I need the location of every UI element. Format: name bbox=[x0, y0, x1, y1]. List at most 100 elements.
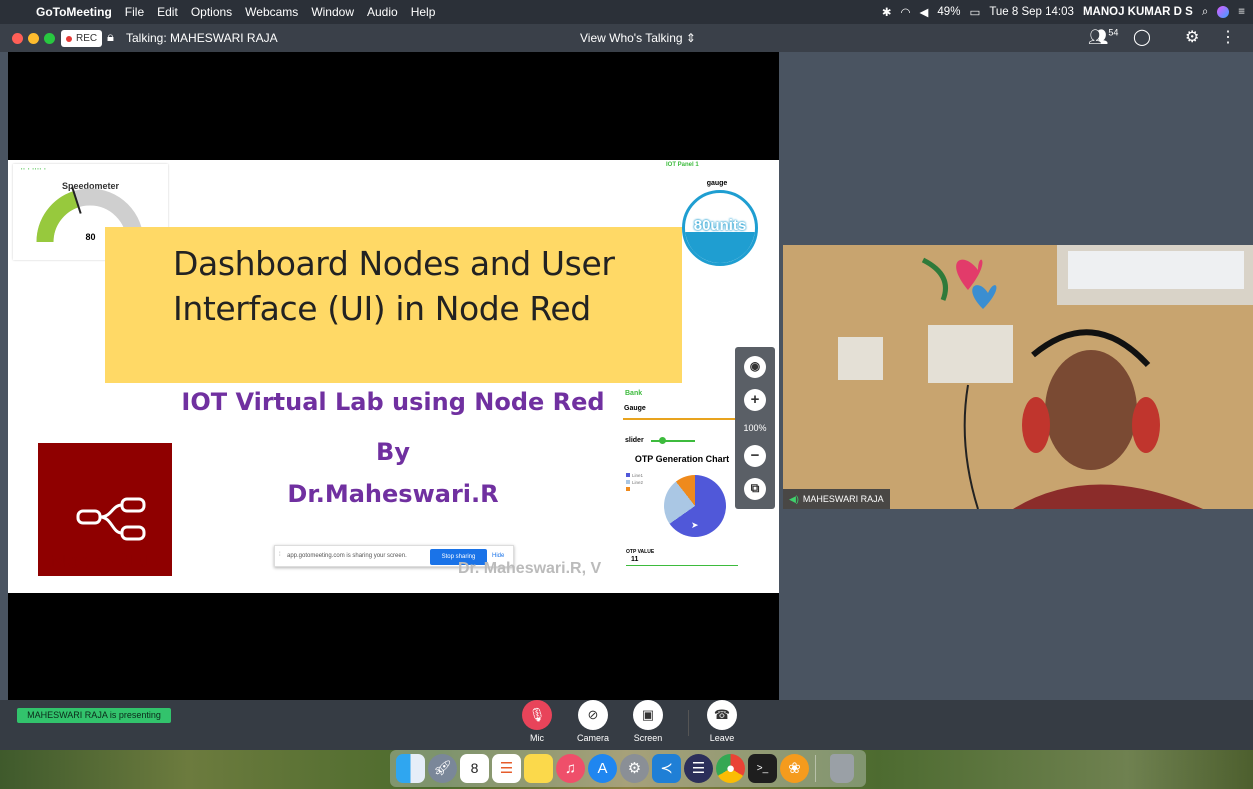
terminal-icon[interactable]: >_ bbox=[748, 754, 777, 783]
controls-divider bbox=[688, 710, 689, 736]
otp-underline bbox=[626, 565, 738, 566]
webcam-scene bbox=[783, 245, 1253, 509]
more-options-icon[interactable]: ⋮ bbox=[1220, 27, 1236, 47]
window-close-button[interactable] bbox=[12, 33, 23, 44]
window-zoom-button[interactable] bbox=[44, 33, 55, 44]
meeting-controls: MAHESWARI RAJA is presenting 🎙︎ Mic ⊘ Ca… bbox=[0, 700, 1253, 750]
snapshot-camera-icon[interactable]: ◉ bbox=[744, 356, 766, 378]
slide-subtitle: IOT Virtual Lab using Node Red bbox=[181, 388, 605, 416]
bank-slider-label: slider bbox=[625, 437, 644, 444]
vscode-icon[interactable]: ≺ bbox=[652, 754, 681, 783]
window-minimize-button[interactable] bbox=[28, 33, 39, 44]
node-red-flow-icon bbox=[76, 497, 146, 541]
otp-chart-title: OTP Generation Chart bbox=[634, 454, 730, 464]
iot-panel-title: IOT Panel 1 bbox=[666, 162, 699, 168]
finder-icon[interactable] bbox=[396, 754, 425, 783]
volume-icon[interactable]: ◀︎ bbox=[920, 5, 929, 19]
menu-edit[interactable]: Edit bbox=[157, 5, 178, 19]
legend-line1: Line1 bbox=[632, 473, 644, 478]
slide-by-label: By bbox=[376, 438, 410, 466]
presenting-badge: MAHESWARI RAJA is presenting bbox=[17, 708, 171, 723]
hide-notice-link[interactable]: Hide bbox=[492, 553, 504, 559]
system-preferences-icon[interactable]: ⚙ bbox=[620, 754, 649, 783]
chrome-icon[interactable]: ● bbox=[716, 754, 745, 783]
leave-button[interactable]: ☎︎ Leave bbox=[705, 700, 739, 743]
bank-gauge-line bbox=[623, 418, 735, 420]
recording-label: REC bbox=[76, 33, 98, 44]
lock-icon[interactable]: 🔒︎ bbox=[107, 29, 114, 45]
menu-window[interactable]: Window bbox=[311, 5, 354, 19]
leave-label: Leave bbox=[709, 733, 735, 743]
music-icon[interactable]: ♫ bbox=[556, 754, 585, 783]
legend-item: Line1 bbox=[626, 473, 643, 478]
calendar-icon[interactable]: 8 bbox=[460, 754, 489, 783]
zoom-percent: 100% bbox=[743, 423, 767, 433]
share-notice-text: app.gotomeeting.com is sharing your scre… bbox=[287, 553, 407, 559]
legend-item: Line2 bbox=[626, 480, 643, 485]
webcam-video[interactable]: ◀︎) MAHESWARI RAJA bbox=[783, 245, 1253, 509]
spotlight-search-icon[interactable]: ⌕ bbox=[1202, 6, 1208, 19]
level-gauge-fill bbox=[685, 232, 755, 263]
otp-value-label: OTP VALUE bbox=[626, 549, 655, 555]
reminders-icon[interactable]: ☰ bbox=[492, 754, 521, 783]
screen-button[interactable]: ▣ Screen bbox=[631, 700, 665, 743]
view-mode-selector[interactable]: View Who's Talking ⇕ bbox=[580, 31, 696, 45]
siri-icon[interactable] bbox=[1217, 6, 1230, 18]
bank-slider-knob bbox=[659, 437, 666, 444]
chevron-updown-icon: ⇕ bbox=[685, 31, 696, 45]
control-center-icon[interactable]: ≡ bbox=[1238, 6, 1245, 18]
bank-widget: Bank Gauge slider OTP Generation Chart L… bbox=[621, 388, 743, 578]
level-gauge-value: 80units bbox=[693, 217, 747, 234]
people-icon: 👥︎ bbox=[1088, 29, 1109, 46]
level-gauge: 80units bbox=[682, 190, 758, 266]
recording-badge[interactable]: REC bbox=[61, 30, 103, 47]
bank-gauge-label: Gauge bbox=[624, 405, 646, 412]
wifi-icon[interactable]: ◠ bbox=[901, 5, 911, 19]
battery-percent[interactable]: 49% bbox=[937, 6, 960, 18]
trash-icon[interactable] bbox=[830, 754, 854, 783]
menu-help[interactable]: Help bbox=[411, 5, 436, 19]
zoom-out-icon[interactable]: − bbox=[744, 445, 766, 467]
camera-button[interactable]: ⊘ Camera bbox=[576, 700, 610, 743]
menu-app-name[interactable]: GoToMeeting bbox=[36, 5, 112, 19]
menu-file[interactable]: File bbox=[125, 5, 144, 19]
menu-options[interactable]: Options bbox=[191, 5, 232, 19]
legend-line2: Line2 bbox=[632, 480, 644, 485]
camera-label: Camera bbox=[576, 733, 609, 743]
zoom-in-icon[interactable]: + bbox=[744, 389, 766, 411]
eclipse-icon[interactable]: ☰ bbox=[684, 754, 713, 783]
slide-author: Dr.Maheswari.R bbox=[287, 480, 499, 508]
notes-icon[interactable] bbox=[524, 754, 553, 783]
screen-label: Screen bbox=[633, 733, 663, 743]
participant-name: MAHESWARI RAJA bbox=[802, 494, 884, 504]
menu-audio[interactable]: Audio bbox=[367, 5, 398, 19]
chat-icon[interactable]: ◯ bbox=[1133, 27, 1151, 47]
macos-dock: 🚀︎ 8 ☰ ♫ A ⚙ ≺ ☰ ● >_ ❀ bbox=[390, 750, 866, 787]
shared-screen: ▪▪ ▪ ▪▪▪▪ ▪ Speedometer 80 IOT Panel 1 g… bbox=[8, 52, 779, 700]
pop-out-icon[interactable]: ⧉ bbox=[744, 478, 766, 500]
mic-button[interactable]: 🎙︎ Mic bbox=[520, 700, 554, 743]
mic-label: Mic bbox=[530, 733, 544, 743]
clock[interactable]: Tue 8 Sep 14:03 bbox=[989, 6, 1074, 18]
slide-title: Dashboard Nodes and User Interface (UI) … bbox=[173, 244, 615, 328]
camera-off-icon: ⊘ bbox=[578, 700, 608, 730]
settings-gear-icon[interactable]: ⚙ bbox=[1185, 27, 1199, 47]
dock-divider bbox=[815, 755, 816, 782]
gotomeeting-icon[interactable]: ❀ bbox=[780, 754, 809, 783]
talking-indicator: Talking: MAHESWARI RAJA bbox=[126, 31, 278, 45]
user-name[interactable]: MANOJ KUMAR D S bbox=[1083, 6, 1193, 18]
attendees-button[interactable]: 👥︎54 bbox=[1088, 27, 1118, 47]
presentation-slide: ▪▪ ▪ ▪▪▪▪ ▪ Speedometer 80 IOT Panel 1 g… bbox=[8, 160, 779, 593]
mouse-cursor-icon: ➤ bbox=[691, 520, 699, 530]
battery-icon[interactable]: ▭ bbox=[969, 5, 980, 19]
zoom-controls: ◉ + 100% − ⧉ bbox=[735, 347, 775, 509]
speaking-icon: ◀︎) bbox=[789, 493, 799, 504]
otp-value: 11 bbox=[631, 556, 639, 563]
menu-webcams[interactable]: Webcams bbox=[245, 5, 298, 19]
bluetooth-icon[interactable]: ✱ bbox=[882, 5, 892, 19]
app-store-icon[interactable]: A bbox=[588, 754, 617, 783]
gauge-label: gauge bbox=[706, 180, 728, 187]
drag-handle-icon[interactable]: ⁞ bbox=[279, 552, 281, 558]
calendar-day: 8 bbox=[470, 760, 479, 776]
launchpad-icon[interactable]: 🚀︎ bbox=[428, 754, 457, 783]
